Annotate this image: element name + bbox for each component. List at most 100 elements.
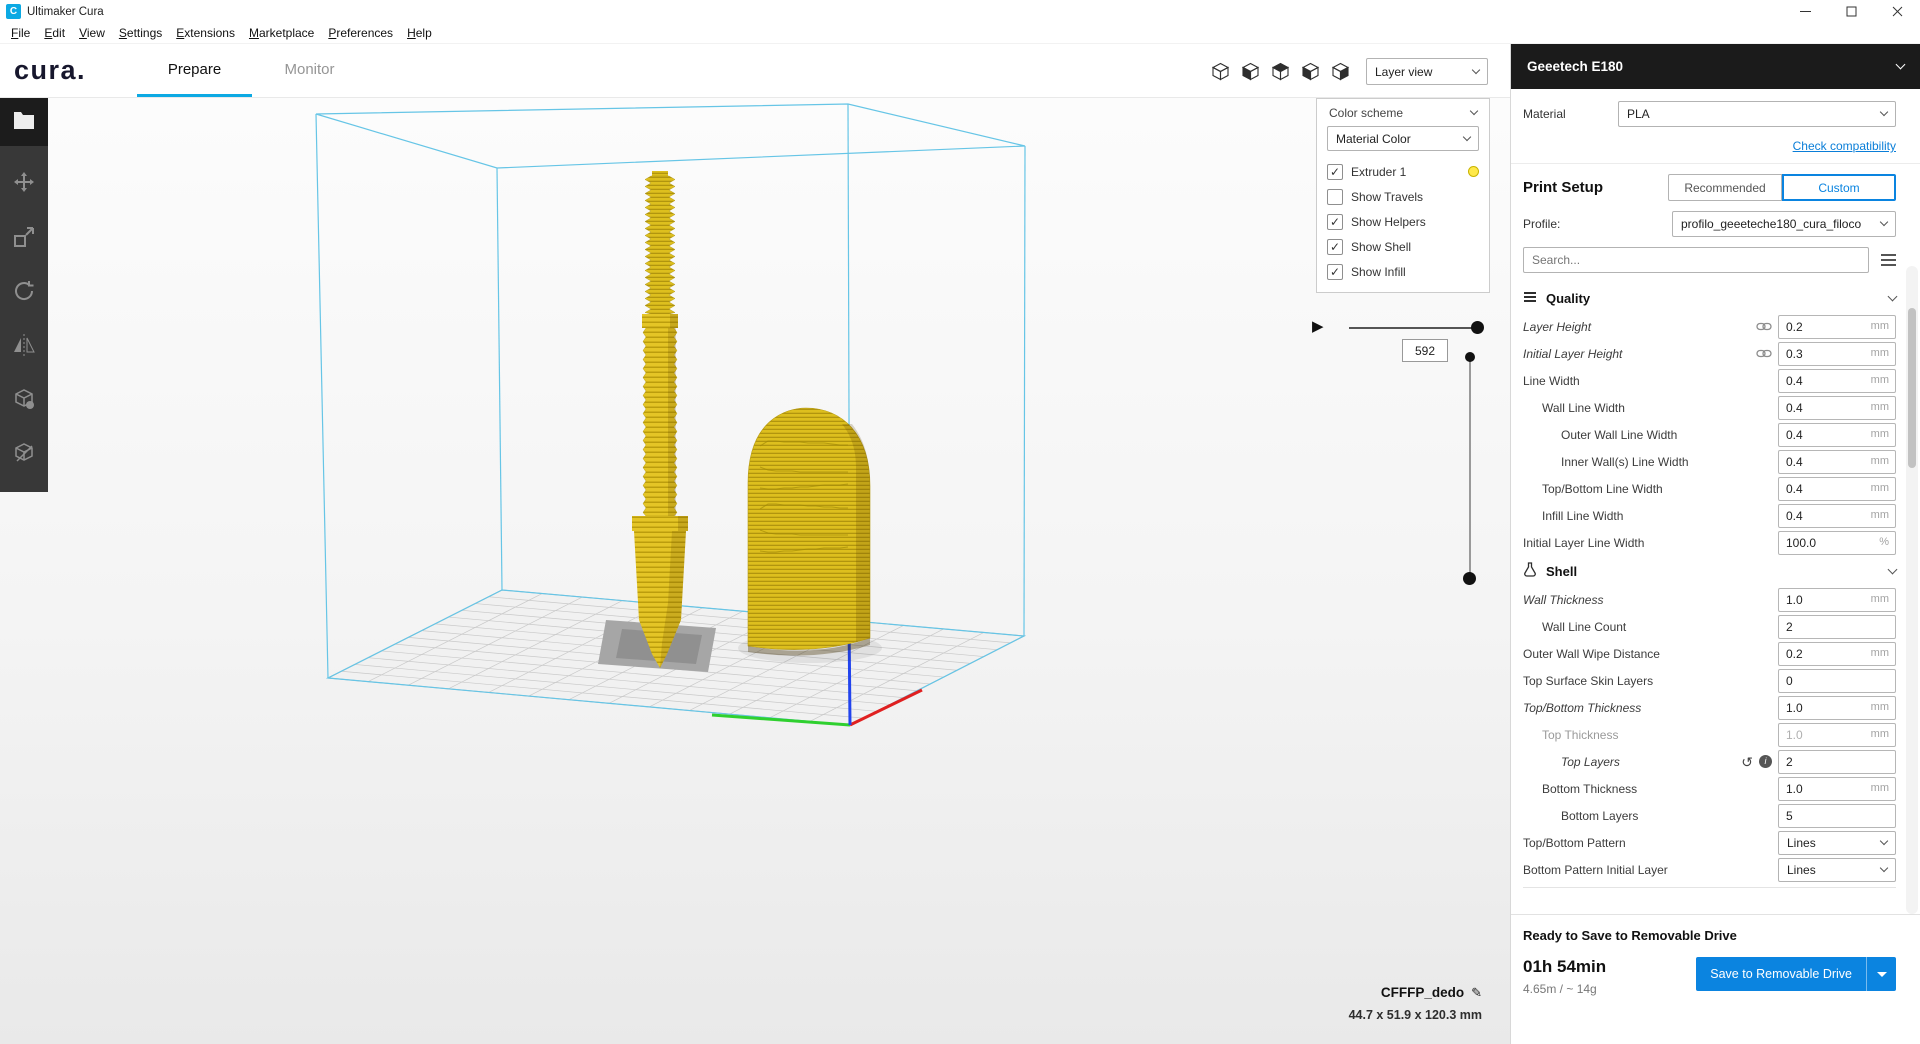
cura-logo: cura. — [14, 55, 86, 86]
tab-monitor[interactable]: Monitor — [252, 44, 367, 97]
setting-input-box: mm — [1778, 642, 1896, 666]
unit-label: mm — [1871, 320, 1889, 332]
category-quality[interactable]: Quality — [1523, 283, 1896, 313]
mirror-button[interactable] — [0, 322, 48, 370]
open-file-button[interactable] — [0, 98, 48, 146]
filter-menu-icon[interactable] — [1881, 251, 1896, 269]
save-options-dropdown[interactable] — [1866, 957, 1896, 991]
support-blocker-button[interactable] — [0, 430, 48, 478]
menu-view[interactable]: View — [72, 23, 112, 44]
print-setup-header: Print Setup Recommended Custom — [1511, 163, 1920, 211]
model-screw[interactable] — [632, 171, 688, 668]
menu-preferences[interactable]: Preferences — [321, 23, 400, 44]
menu-file[interactable]: File — [4, 23, 37, 44]
unit-label: mm — [1871, 374, 1889, 386]
menu-settings[interactable]: Settings — [112, 23, 169, 44]
layer-slider-bottom-handle[interactable] — [1463, 572, 1476, 585]
printer-selector[interactable]: Geeetech E180 — [1511, 44, 1920, 89]
chevron-down-icon — [1880, 218, 1888, 226]
color-scheme-header[interactable]: Color scheme — [1327, 106, 1479, 120]
category-shell[interactable]: Shell — [1523, 556, 1896, 586]
recommended-mode-button[interactable]: Recommended — [1668, 174, 1782, 201]
layer-view-options: ✓Extruder 1Show Travels✓Show Helpers✓Sho… — [1327, 159, 1479, 284]
viewport-3d[interactable]: Color scheme Material Color ✓Extruder 1S… — [0, 98, 1510, 1044]
minimize-button[interactable] — [1782, 0, 1828, 23]
profile-dropdown[interactable]: profilo_geeeteche180_cura_filoco — [1672, 211, 1896, 237]
checkbox[interactable]: ✓ — [1327, 264, 1343, 280]
tab-prepare[interactable]: Prepare — [137, 44, 252, 97]
revert-icon[interactable]: ↺ — [1741, 755, 1753, 769]
setting-label: Inner Wall(s) Line Width — [1561, 455, 1689, 469]
settings-scrollbar[interactable] — [1906, 266, 1918, 914]
chevron-down-icon — [1888, 291, 1898, 301]
info-icon[interactable]: i — [1759, 755, 1772, 768]
setting-label: Wall Line Width — [1542, 401, 1625, 415]
menu-edit[interactable]: Edit — [37, 23, 72, 44]
category-title: Shell — [1546, 564, 1880, 579]
checkbox[interactable]: ✓ — [1327, 214, 1343, 230]
checkbox[interactable] — [1327, 189, 1343, 205]
view-preset-3d-icon[interactable] — [1211, 62, 1230, 81]
layerview-option-show-shell[interactable]: ✓Show Shell — [1327, 234, 1479, 259]
menu-marketplace[interactable]: Marketplace — [242, 23, 321, 44]
layerview-option-show-helpers[interactable]: ✓Show Helpers — [1327, 209, 1479, 234]
per-model-settings-button[interactable] — [0, 376, 48, 424]
setting-value-input[interactable] — [1778, 804, 1896, 828]
setting-value-input[interactable] — [1778, 615, 1896, 639]
setting-row-wall-line-width: Wall Line Widthmm — [1523, 394, 1896, 421]
setting-input-box — [1778, 750, 1896, 774]
simulation-slider-track[interactable] — [1349, 327, 1479, 329]
app-window: C Ultimaker Cura FileEditViewSettingsExt… — [0, 0, 1920, 1044]
setting-select[interactable]: Lines — [1778, 831, 1896, 855]
setting-value-input[interactable] — [1778, 669, 1896, 693]
model-finger[interactable] — [748, 408, 870, 656]
play-button[interactable]: ▶ — [1312, 317, 1324, 335]
link-icon — [1756, 349, 1772, 358]
viewport-canvas[interactable] — [0, 98, 1510, 1044]
menu-help[interactable]: Help — [400, 23, 439, 44]
layerview-option-extruder-1[interactable]: ✓Extruder 1 — [1327, 159, 1479, 184]
layerview-option-show-infill[interactable]: ✓Show Infill — [1327, 259, 1479, 284]
move-button[interactable] — [0, 160, 48, 208]
layer-slider-top-handle[interactable] — [1465, 352, 1475, 362]
layer-slider-track[interactable] — [1469, 356, 1471, 584]
setting-input-box: mm — [1778, 588, 1896, 612]
view-mode-dropdown[interactable]: Layer view — [1366, 58, 1488, 85]
close-button[interactable] — [1874, 0, 1920, 23]
setting-row-outer-wall-line-width: Outer Wall Line Widthmm — [1523, 421, 1896, 448]
setting-row-inner-wall-s-line-width: Inner Wall(s) Line Widthmm — [1523, 448, 1896, 475]
view-preset-front-icon[interactable] — [1241, 62, 1260, 81]
view-preset-right-icon[interactable] — [1331, 62, 1350, 81]
layer-view-panel: Color scheme Material Color ✓Extruder 1S… — [1316, 98, 1490, 293]
save-to-removable-button[interactable]: Save to Removable Drive — [1696, 957, 1866, 991]
setting-label: Layer Height — [1523, 320, 1591, 334]
view-preset-top-icon[interactable] — [1271, 62, 1290, 81]
menu-extensions[interactable]: Extensions — [169, 23, 242, 44]
print-time: 01h 54min — [1523, 957, 1606, 977]
setting-row-layer-height: Layer Height mm — [1523, 313, 1896, 340]
print-setup-title: Print Setup — [1523, 179, 1603, 196]
checkbox[interactable]: ✓ — [1327, 239, 1343, 255]
rotate-button[interactable] — [0, 268, 48, 316]
color-scheme-select[interactable]: Material Color — [1327, 126, 1479, 151]
scale-button[interactable] — [0, 214, 48, 262]
setting-label: Top Thickness — [1542, 728, 1618, 742]
custom-mode-button[interactable]: Custom — [1782, 174, 1896, 201]
view-preset-left-icon[interactable] — [1301, 62, 1320, 81]
setting-label: Bottom Thickness — [1542, 782, 1637, 796]
menu-bar: FileEditViewSettingsExtensionsMarketplac… — [0, 23, 1920, 44]
material-dropdown[interactable]: PLA — [1618, 101, 1896, 127]
unit-label: % — [1879, 536, 1889, 548]
search-input[interactable] — [1523, 247, 1869, 273]
setting-value-input[interactable] — [1778, 750, 1896, 774]
checkbox[interactable]: ✓ — [1327, 164, 1343, 180]
scrollbar-thumb[interactable] — [1908, 308, 1916, 468]
simulation-slider-handle[interactable] — [1471, 321, 1484, 334]
layerview-option-show-travels[interactable]: Show Travels — [1327, 184, 1479, 209]
maximize-button[interactable] — [1828, 0, 1874, 23]
setting-select[interactable]: Lines — [1778, 858, 1896, 882]
check-compatibility-link[interactable]: Check compatibility — [1523, 139, 1896, 153]
edit-model-name-icon[interactable]: ✎ — [1471, 985, 1482, 1000]
workspace: cura. Prepare Monitor Layer view — [0, 44, 1510, 1044]
setting-label: Line Width — [1523, 374, 1580, 388]
